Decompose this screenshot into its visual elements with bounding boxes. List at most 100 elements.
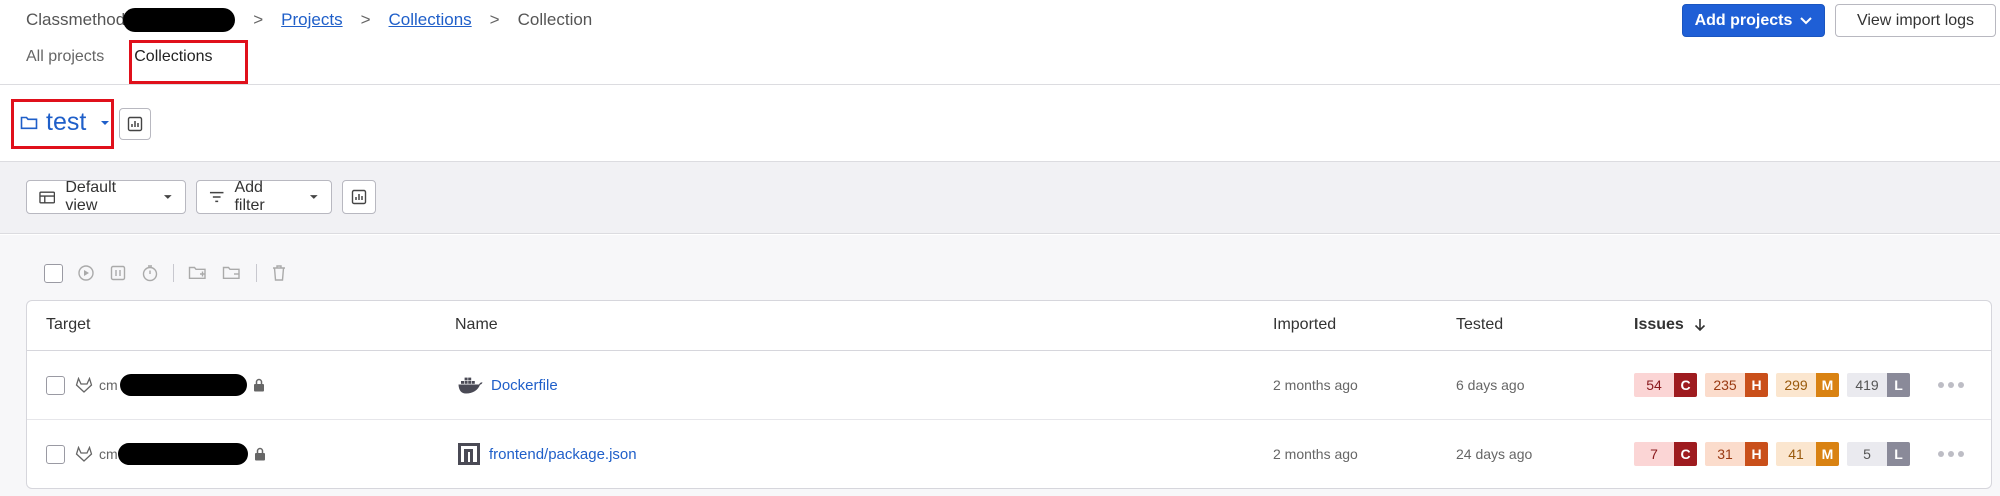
sort-arrow-down-icon — [1694, 319, 1705, 332]
table-header: Target Name Imported Tested Issues — [27, 301, 1991, 351]
high-count: 31 — [1705, 442, 1745, 466]
high-badge[interactable]: 31 H — [1705, 442, 1768, 466]
low-count: 5 — [1847, 442, 1887, 466]
column-issues[interactable]: Issues — [1634, 316, 1706, 334]
critical-count: 54 — [1634, 373, 1674, 397]
target-cell: cm — [75, 351, 265, 419]
collection-report-button[interactable] — [119, 108, 151, 140]
critical-letter: C — [1674, 373, 1697, 397]
breadcrumb-projects-link[interactable]: Projects — [281, 10, 342, 30]
folder-remove-icon[interactable] — [222, 265, 242, 281]
critical-badge[interactable]: 54 C — [1634, 373, 1697, 397]
column-issues-label: Issues — [1634, 316, 1684, 333]
folder-add-icon[interactable] — [188, 265, 208, 281]
redacted-target — [119, 374, 247, 396]
row-checkbox[interactable] — [46, 375, 65, 395]
high-badge[interactable]: 235 H — [1705, 373, 1768, 397]
medium-letter: M — [1816, 442, 1839, 466]
filter-report-button[interactable] — [342, 180, 376, 214]
breadcrumb-current: Collection — [517, 10, 593, 29]
select-all-checkbox[interactable] — [44, 263, 63, 283]
imported-cell: 2 months ago — [1273, 446, 1358, 462]
row-more-menu-icon[interactable] — [1938, 451, 1964, 457]
project-name-link[interactable]: frontend/package.json — [489, 446, 637, 463]
low-count: 419 — [1847, 373, 1887, 397]
row-more-menu-icon[interactable] — [1938, 382, 1964, 388]
medium-badge[interactable]: 41 M — [1776, 442, 1839, 466]
column-imported[interactable]: Imported — [1273, 316, 1336, 334]
row-select — [46, 351, 65, 419]
tested-cell: 6 days ago — [1456, 377, 1525, 393]
critical-count: 7 — [1634, 442, 1674, 466]
critical-letter: C — [1674, 442, 1697, 466]
projects-content: Target Name Imported Tested Issues cm Do… — [0, 235, 2000, 496]
redacted-target — [117, 443, 248, 465]
divider — [256, 264, 257, 282]
name-cell: Dockerfile — [457, 351, 558, 419]
trash-icon[interactable] — [271, 264, 287, 282]
column-tested[interactable]: Tested — [1456, 316, 1503, 334]
add-filter-dropdown[interactable]: Add filter — [196, 179, 332, 214]
name-cell: frontend/package.json — [457, 420, 637, 488]
target-cell: cm — [75, 420, 266, 488]
project-name-link[interactable]: Dockerfile — [491, 377, 558, 394]
high-count: 235 — [1705, 373, 1745, 397]
collection-header: test — [0, 86, 2000, 162]
low-badge[interactable]: 419 L — [1847, 373, 1910, 397]
view-dropdown[interactable]: Default view — [26, 179, 186, 214]
caret-down-icon — [164, 195, 173, 199]
highlight-box-collections-tab — [129, 40, 248, 84]
target-prefix: cm — [99, 377, 118, 393]
breadcrumb-org[interactable]: Classmethod — [26, 10, 125, 30]
pause-icon[interactable] — [109, 264, 127, 282]
lock-icon — [253, 378, 264, 392]
column-target[interactable]: Target — [46, 316, 90, 334]
tab-all-projects[interactable]: All projects — [26, 47, 104, 75]
issues-cell: 7 C 31 H 41 M 5 L — [1634, 420, 1964, 488]
view-import-logs-button[interactable]: View import logs — [1835, 4, 1996, 37]
medium-badge[interactable]: 299 M — [1776, 373, 1839, 397]
target-prefix: cm — [99, 446, 118, 462]
chart-icon — [127, 116, 143, 132]
bulk-actions-bar — [44, 262, 287, 284]
breadcrumb-separator: > — [253, 10, 264, 29]
top-header: Classmethod > Projects > Collections > C… — [0, 0, 2000, 85]
docker-icon — [458, 377, 483, 394]
medium-letter: M — [1816, 373, 1839, 397]
npm-icon — [458, 443, 480, 465]
projects-table: Target Name Imported Tested Issues cm Do… — [26, 300, 1992, 489]
breadcrumb-collections-link[interactable]: Collections — [389, 10, 472, 30]
highlight-box-collection-title — [11, 99, 114, 149]
filter-icon — [209, 191, 224, 203]
column-name[interactable]: Name — [455, 316, 498, 334]
chevron-down-icon — [1800, 16, 1813, 24]
low-badge[interactable]: 5 L — [1847, 442, 1910, 466]
table-row[interactable]: cm frontend/package.json 2 months ago 24… — [27, 419, 1991, 487]
high-letter: H — [1745, 442, 1768, 466]
breadcrumb: Classmethod > Projects > Collections > C… — [26, 8, 592, 32]
tested-cell: 24 days ago — [1456, 446, 1533, 462]
row-select — [46, 420, 65, 488]
row-checkbox[interactable] — [46, 444, 65, 464]
lock-icon — [254, 447, 265, 461]
play-icon[interactable] — [77, 264, 95, 282]
table-row[interactable]: cm Dockerfile 2 months ago 6 days ago 54… — [27, 351, 1991, 419]
breadcrumb-separator: > — [360, 10, 371, 29]
issues-cell: 54 C 235 H 299 M 419 L — [1634, 351, 1964, 419]
gitlab-icon — [75, 446, 93, 462]
imported-cell: 2 months ago — [1273, 377, 1358, 393]
medium-count: 41 — [1776, 442, 1816, 466]
breadcrumb-separator: > — [489, 10, 500, 29]
medium-count: 299 — [1776, 373, 1816, 397]
add-projects-button[interactable]: Add projects — [1682, 4, 1825, 37]
chart-icon — [351, 189, 367, 205]
add-projects-label: Add projects — [1694, 11, 1793, 29]
filter-bar: Default view Add filter — [0, 162, 2000, 234]
low-letter: L — [1887, 442, 1910, 466]
timer-icon[interactable] — [141, 264, 159, 282]
add-filter-label: Add filter — [234, 179, 265, 214]
critical-badge[interactable]: 7 C — [1634, 442, 1697, 466]
caret-down-icon — [310, 195, 319, 199]
divider — [173, 264, 174, 282]
gitlab-icon — [75, 377, 93, 393]
